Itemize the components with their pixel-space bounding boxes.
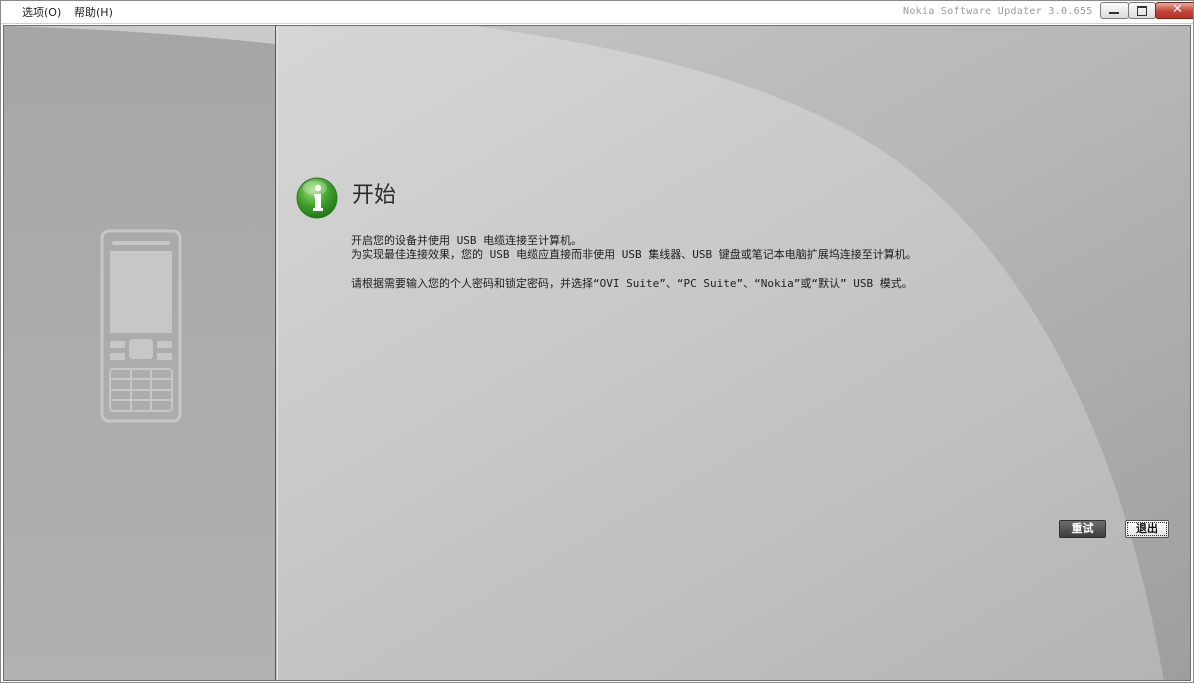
exit-button[interactable]: 退出 xyxy=(1125,520,1169,538)
background-graphic xyxy=(4,26,1190,680)
info-icon xyxy=(296,177,338,219)
menu-help[interactable]: 帮助(H) xyxy=(74,4,113,20)
instruction-line: 为实现最佳连接效果，您的 USB 电缆应直接而非使用 USB 集线器、USB 键… xyxy=(351,248,917,261)
window-title: Nokia Software Updater 3.0.655 xyxy=(903,6,1093,17)
maximize-button[interactable] xyxy=(1128,2,1156,19)
maximize-icon xyxy=(1137,6,1147,16)
close-icon: ✕ xyxy=(1172,2,1183,17)
title-bar: 选项(O) 帮助(H) Nokia Software Updater 3.0.6… xyxy=(1,1,1193,24)
content-area: 开始 开启您的设备并使用 USB 电缆连接至计算机。 为实现最佳连接效果，您的 … xyxy=(3,25,1191,681)
app-window: 选项(O) 帮助(H) Nokia Software Updater 3.0.6… xyxy=(0,0,1194,683)
phone-icon xyxy=(100,229,182,423)
instruction-line: 请根据需要输入您的个人密码和锁定密码，并选择“OVI Suite”、“PC Su… xyxy=(351,277,913,290)
close-button[interactable]: ✕ xyxy=(1155,2,1193,19)
minimize-button[interactable] xyxy=(1100,2,1129,19)
window-controls: ✕ xyxy=(1100,2,1193,19)
minimize-icon xyxy=(1109,12,1119,14)
retry-button[interactable]: 重试 xyxy=(1059,520,1106,538)
page-title: 开始 xyxy=(352,183,397,208)
menu-options[interactable]: 选项(O) xyxy=(22,4,61,20)
